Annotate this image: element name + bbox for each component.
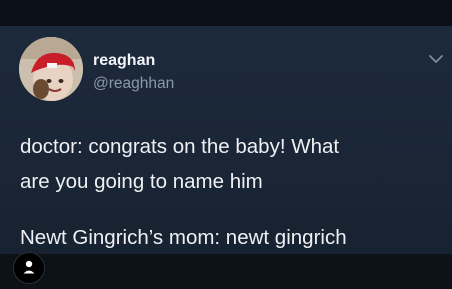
tweet-text-line: doctor: congrats on the baby! What xyxy=(20,135,340,158)
chevron-down-icon[interactable] xyxy=(428,52,444,66)
bottom-bar xyxy=(0,254,452,289)
screenshot-frame: reaghan @reaghhan doctor: congrats on th… xyxy=(0,0,452,289)
tweet-text-line: are you going to name him xyxy=(20,170,263,193)
avatar[interactable] xyxy=(19,37,83,101)
profile-button[interactable] xyxy=(13,252,45,284)
display-name[interactable]: reaghan xyxy=(93,52,155,70)
tweet-text-line: Newt Gingrich’s mom: newt gingrich xyxy=(20,226,347,249)
user-handle[interactable]: @reaghhan xyxy=(93,75,174,93)
avatar-image xyxy=(19,37,83,101)
person-icon xyxy=(23,260,35,274)
